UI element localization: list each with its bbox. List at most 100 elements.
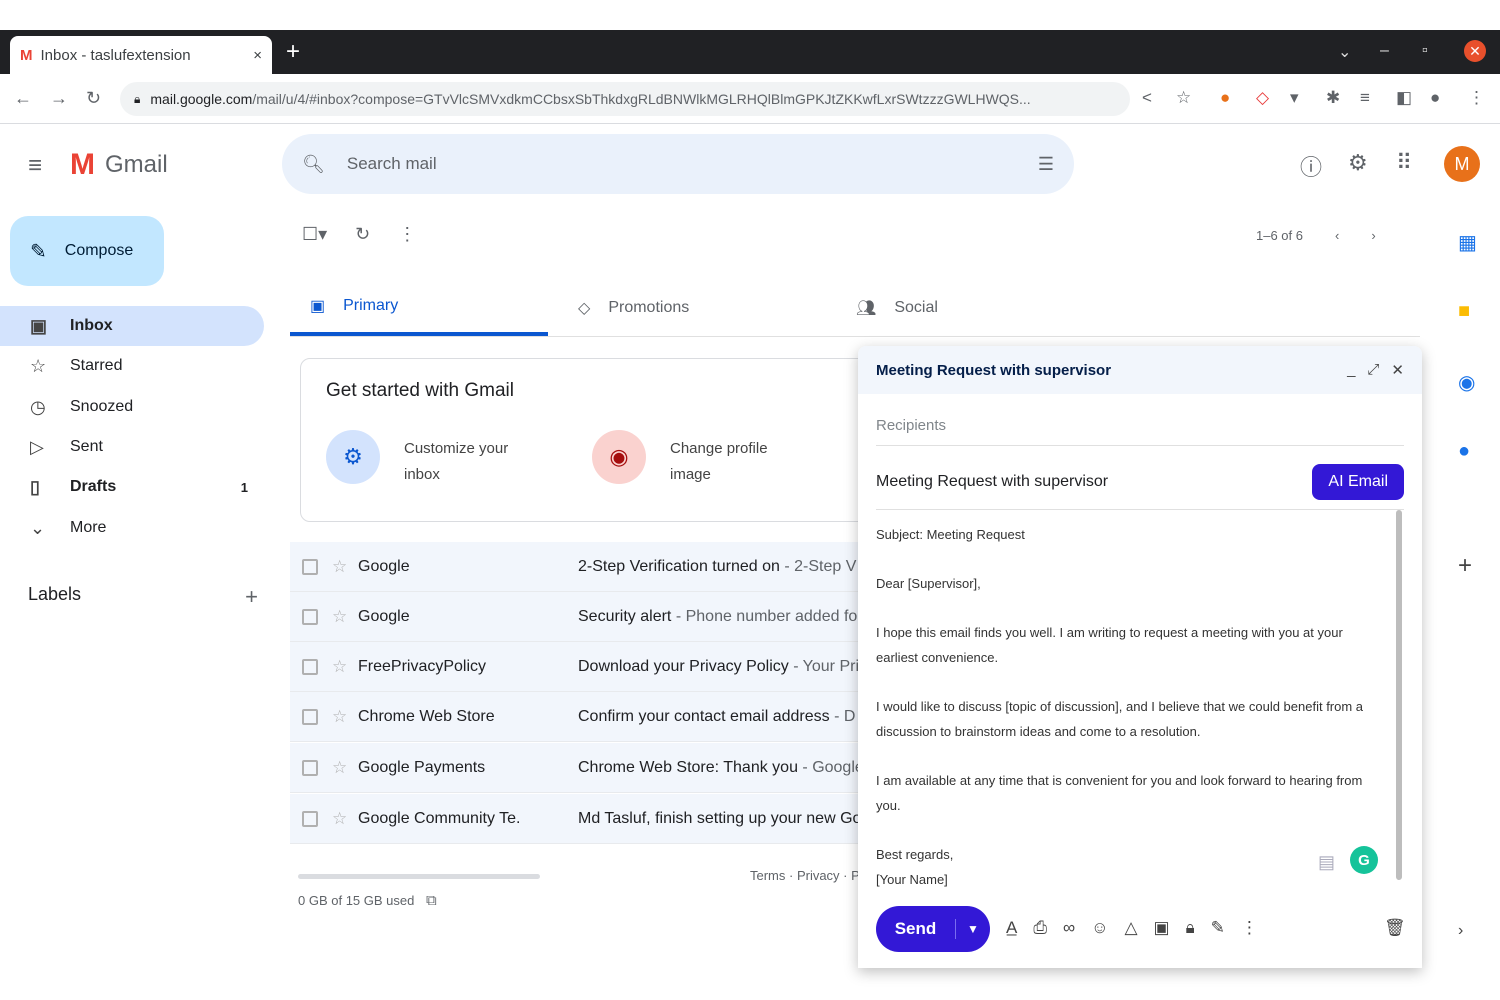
star-icon[interactable]: ☆ — [332, 758, 358, 778]
email-row[interactable]: ☆ Google 2-Step Verification turned on -… — [290, 542, 860, 592]
profile-icon[interactable]: ● — [1430, 88, 1440, 108]
emoji-icon[interactable]: ☺ — [1091, 918, 1108, 938]
more-actions-icon[interactable]: ⋮ — [398, 224, 416, 245]
star-icon[interactable]: ☆ — [332, 607, 358, 627]
change-profile-link[interactable]: Change profile image — [670, 436, 800, 488]
search-input[interactable]: Search mail — [347, 154, 1038, 174]
clipboard-icon[interactable]: ▤ — [1318, 852, 1335, 873]
message-body[interactable]: Subject: Meeting Request Dear [Superviso… — [876, 522, 1376, 892]
show-side-panel-icon[interactable]: › — [1458, 922, 1463, 940]
apps-grid-icon[interactable]: ⠿ — [1396, 150, 1412, 176]
extension-orange-icon[interactable]: ● — [1220, 88, 1230, 108]
maximize-icon[interactable]: ▫ — [1422, 42, 1428, 60]
nav-sent[interactable]: ▷ Sent — [0, 427, 264, 467]
contacts-icon[interactable]: ● — [1458, 440, 1470, 463]
row-checkbox[interactable] — [302, 810, 318, 827]
extension-code-icon[interactable]: ◇ — [1256, 88, 1269, 108]
email-row[interactable]: ☆ Chrome Web Store Confirm your contact … — [290, 692, 860, 742]
body-scrollbar[interactable] — [1396, 510, 1402, 880]
tab-promotions[interactable]: ◇ Promotions — [558, 280, 818, 336]
footer-links[interactable]: Terms · Privacy · P — [750, 868, 860, 883]
send-button[interactable]: Send ▼ — [876, 906, 990, 952]
next-page-icon[interactable]: › — [1371, 228, 1375, 243]
tab-search-icon[interactable]: ⌄ — [1338, 42, 1351, 62]
browser-tab[interactable]: M Inbox - taslufextension × — [10, 36, 272, 74]
url-field[interactable]: 🔒︎ mail.google.com /mail/u/4/#inbox?comp… — [120, 82, 1130, 116]
star-icon[interactable]: ☆ — [332, 557, 358, 577]
send-label[interactable]: Send — [876, 919, 956, 939]
calendar-icon[interactable]: ▦ — [1458, 230, 1477, 255]
change-profile-icon[interactable]: ◉ — [592, 430, 646, 484]
nav-inbox[interactable]: ▣ Inbox — [0, 306, 264, 346]
insert-photo-icon[interactable]: ▣ — [1154, 918, 1170, 938]
ai-email-button[interactable]: AI Email — [1312, 463, 1404, 500]
row-checkbox[interactable] — [302, 658, 318, 675]
signature-pen-icon[interactable]: ✎ — [1211, 918, 1225, 938]
email-row[interactable]: ☆ FreePrivacyPolicy Download your Privac… — [290, 642, 860, 692]
minimize-icon[interactable]: – — [1380, 42, 1389, 60]
row-checkbox[interactable] — [302, 558, 318, 575]
star-icon[interactable]: ☆ — [332, 809, 358, 829]
main-menu-icon[interactable]: ≡ — [28, 152, 42, 180]
row-checkbox[interactable] — [302, 708, 318, 725]
help-icon[interactable]: ⓘ — [1300, 150, 1322, 182]
grammarly-icon[interactable]: G — [1350, 846, 1378, 874]
row-checkbox[interactable] — [302, 608, 318, 625]
text-format-icon[interactable]: A̲ — [1006, 918, 1017, 938]
tab-social[interactable]: 👥︎ Social — [836, 280, 1036, 336]
send-options-icon[interactable]: ▼ — [956, 922, 990, 936]
search-icon[interactable]: 🔍︎ — [302, 154, 325, 175]
fullscreen-compose-icon[interactable]: ⤢ — [1367, 361, 1379, 379]
insert-link-icon[interactable]: ∞ — [1063, 918, 1075, 938]
more-options-icon[interactable]: ⋮ — [1241, 918, 1258, 938]
prev-page-icon[interactable]: ‹ — [1335, 228, 1339, 243]
add-addon-icon[interactable]: + — [1458, 552, 1472, 580]
new-tab-button[interactable]: + — [286, 40, 300, 64]
tab-primary[interactable]: ▣ Primary — [290, 280, 548, 336]
add-label-button[interactable]: + — [245, 584, 258, 610]
tasks-icon[interactable]: ◉ — [1458, 370, 1475, 395]
attach-file-icon[interactable]: ⎙ — [1033, 918, 1047, 938]
close-compose-icon[interactable]: ✕ — [1391, 361, 1404, 379]
settings-gear-icon[interactable]: ⚙ — [1348, 150, 1368, 176]
extensions-puzzle-icon[interactable]: ✱ — [1326, 88, 1340, 108]
star-icon[interactable]: ☆ — [332, 657, 358, 677]
window-close-icon[interactable]: ✕ — [1464, 40, 1486, 62]
compose-button[interactable]: ✎ Compose — [10, 216, 164, 286]
search-bar[interactable]: 🔍︎ Search mail ☰ — [282, 134, 1074, 194]
recipients-field[interactable]: Recipients — [876, 406, 1404, 446]
gmail-logo[interactable]: M Gmail — [70, 148, 168, 182]
customize-inbox-icon[interactable]: ⚙ — [326, 430, 380, 484]
open-external-icon[interactable]: ⧉ — [426, 892, 437, 909]
nav-starred[interactable]: ☆ Starred — [0, 346, 264, 386]
confidential-lock-icon[interactable]: 🔒︎ — [1186, 918, 1195, 938]
back-icon[interactable]: ← — [14, 88, 32, 109]
refresh-icon[interactable]: ↻ — [355, 224, 370, 245]
minimize-compose-icon[interactable]: _ — [1347, 361, 1355, 379]
star-icon[interactable]: ☆ — [332, 707, 358, 727]
keep-icon[interactable]: ■ — [1458, 300, 1470, 323]
forward-icon[interactable]: → — [50, 88, 68, 109]
select-all-checkbox[interactable]: ☐▾ — [302, 224, 327, 245]
nav-drafts[interactable]: ▯ Drafts 1 — [0, 467, 264, 507]
email-row[interactable]: ☆ Google Security alert - Phone number a… — [290, 592, 860, 642]
nav-snoozed[interactable]: ◷ Snoozed — [0, 387, 264, 427]
bookmark-star-icon[interactable]: ☆ — [1176, 88, 1191, 108]
reading-list-icon[interactable]: ≡ — [1360, 88, 1370, 108]
discard-draft-icon[interactable]: 🗑︎ — [1384, 918, 1406, 938]
extension-icon[interactable]: ▾ — [1290, 88, 1299, 108]
customize-inbox-link[interactable]: Customize your inbox — [404, 436, 534, 488]
drive-icon[interactable]: △ — [1124, 918, 1137, 938]
browser-menu-icon[interactable]: ⋮ — [1468, 88, 1485, 108]
email-row[interactable]: ☆ Google Payments Chrome Web Store: Than… — [290, 743, 860, 793]
tab-close-button[interactable]: × — [253, 47, 262, 64]
share-icon[interactable]: < — [1142, 88, 1152, 108]
search-options-icon[interactable]: ☰ — [1038, 154, 1054, 175]
side-panel-icon[interactable]: ◧ — [1396, 88, 1412, 108]
subject-field[interactable]: Meeting Request with supervisor — [876, 473, 1108, 491]
email-row[interactable]: ☆ Google Community Te. Md Tasluf, finish… — [290, 794, 860, 844]
row-checkbox[interactable] — [302, 759, 318, 776]
account-avatar[interactable]: M — [1444, 146, 1480, 182]
reload-icon[interactable]: ↻ — [86, 88, 101, 109]
nav-more[interactable]: ⌄ More — [0, 508, 264, 548]
